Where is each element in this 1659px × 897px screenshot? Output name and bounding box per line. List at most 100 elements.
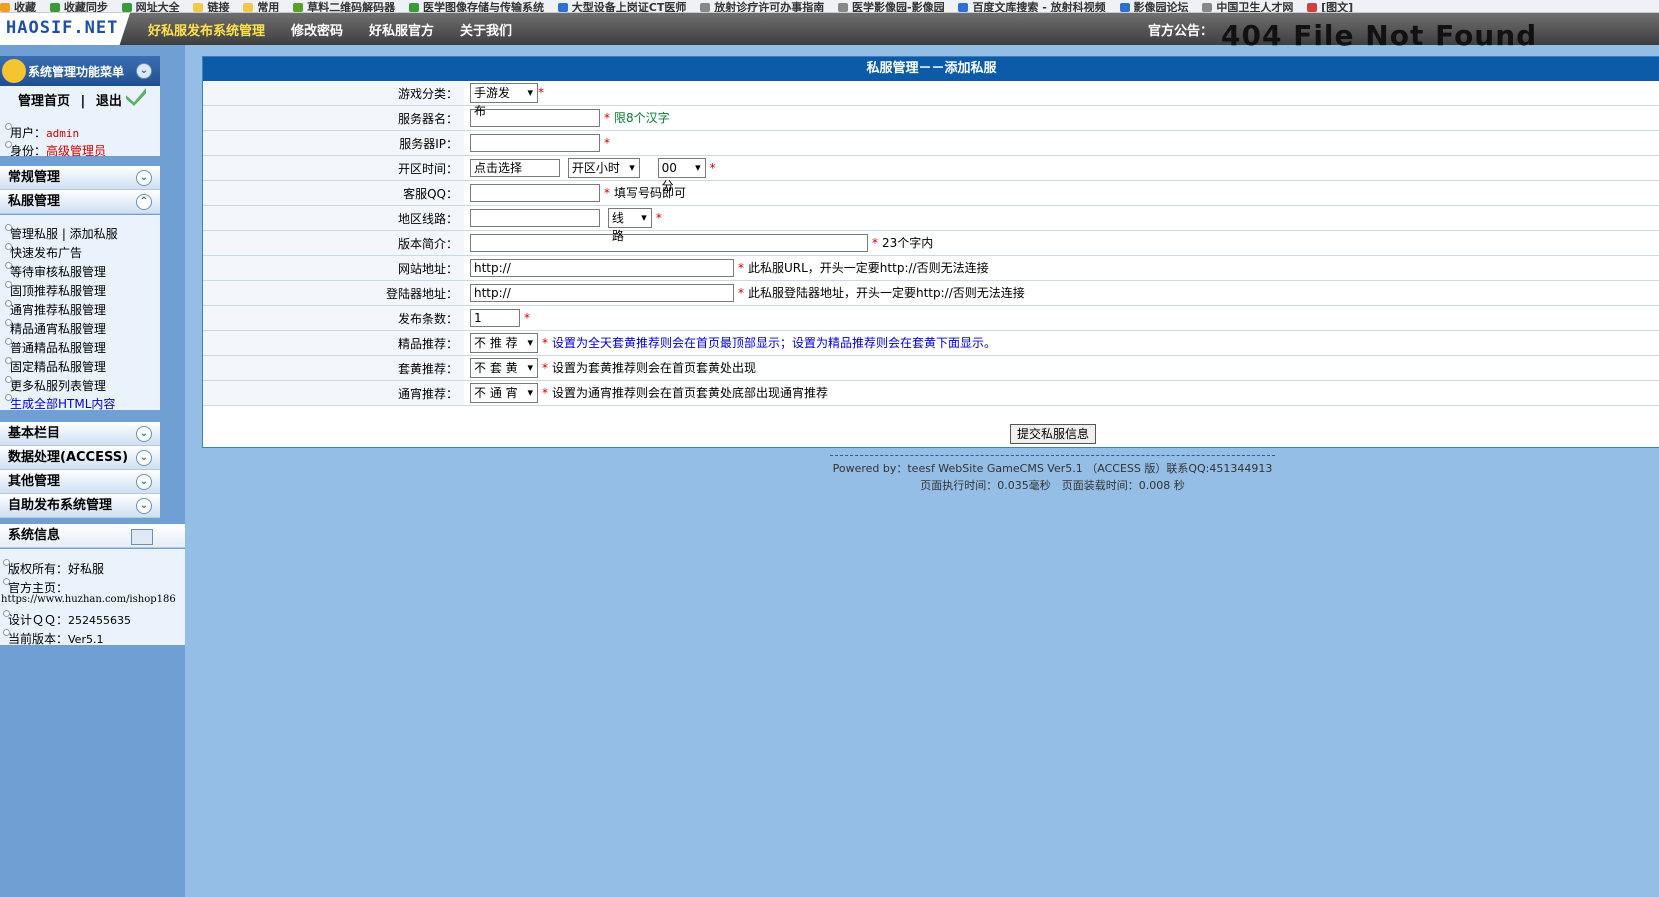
fine-hint: 设置为全天套黄推荐则会在首页最顶部显示；设置为精品推荐则会在套黄下面显示。 <box>552 335 997 350</box>
announcement-label: 官方公告： <box>1148 23 1214 39</box>
bookmark-item[interactable]: 影像园论坛 <box>1119 2 1189 12</box>
open-minute-select[interactable]: 00分 <box>657 158 706 193</box>
bookmark-item[interactable]: 医学图像存储与传输系统 <box>408 2 544 12</box>
required-star: * <box>542 385 548 400</box>
night-select[interactable]: 不 通 宵 <box>470 383 538 403</box>
powered-by: Powered by：teesf WebSite GameCMS Ver5.1 … <box>832 462 1273 475</box>
sidebar-role: 身份：高级管理员 <box>5 141 106 159</box>
server-name-label: 服务器名： <box>203 105 464 131</box>
bookmark-item[interactable]: 常用 <box>243 2 279 12</box>
server-ip-input[interactable] <box>470 134 600 152</box>
intro-input[interactable] <box>470 234 868 253</box>
bookmark-item[interactable]: [图文] <box>1307 2 1353 12</box>
bookmark-item[interactable]: 百度文库搜索 - 放射科视频 <box>958 2 1106 12</box>
sidebar-menu-title: 系统管理功能菜单 ⌄ <box>0 56 160 86</box>
bookmark-item[interactable]: 放射诊疗许可办事指南 <box>700 2 824 12</box>
announcement: 官方公告： 404 File Not Found <box>1148 13 1537 52</box>
private-menu-panel: 管理私服 | 添加私服 快速发布广告 等待审核私服管理 固顶推荐私服管理 通宵推… <box>0 215 160 412</box>
bookmark-item[interactable]: 中国卫生人才网 <box>1202 2 1293 12</box>
required-star: * <box>655 210 662 225</box>
open-date-input[interactable]: 点击选择 <box>470 159 560 177</box>
section-data[interactable]: 数据处理(ACCESS) ⌄ <box>0 446 160 470</box>
chevron-down-icon[interactable]: ⌄ <box>136 170 152 186</box>
required-star: * <box>524 310 530 325</box>
open-hour-select[interactable]: 开区小时 <box>567 158 640 178</box>
designer-qq: 设计ＱＱ：252455635 <box>3 610 131 628</box>
qq-label: 客服QQ： <box>203 180 464 206</box>
nav-about[interactable]: 关于我们 <box>460 20 512 39</box>
form-row: 服务器IP： * <box>203 130 1659 156</box>
sidebar-logout-link[interactable]: 退出 <box>96 94 122 109</box>
section-other[interactable]: 其他管理 ⌄ <box>0 470 160 494</box>
bookmark-item[interactable]: 大型设备上岗证CT医师 <box>557 2 686 12</box>
sidebar-item-normal-fine[interactable]: 普通精品私服管理 <box>5 338 106 356</box>
fine-label: 精品推荐： <box>203 330 464 356</box>
game-category-label: 游戏分类： <box>203 81 464 106</box>
intro-label: 版本简介： <box>203 230 464 256</box>
add-server-form: 私服管理－－添加私服 游戏分类： 手游发布* 服务器名： *限8个汉字 服务器I… <box>202 56 1659 448</box>
form-row: 服务器名： * 限8个汉字 <box>203 105 1659 131</box>
required-star: * <box>604 185 610 200</box>
homepage-url[interactable]: https://www.huzhan.com/ishop186 <box>1 594 176 605</box>
form-row: 套黄推荐： 不 套 黄 * 设置为套黄推荐则会在首页套黄处出现 <box>203 355 1659 381</box>
sidebar-item-more-list[interactable]: 更多私服列表管理 <box>5 376 106 394</box>
section-private[interactable]: 私服管理 ⌃ <box>0 190 160 214</box>
game-category-select[interactable]: 手游发布 <box>470 83 538 118</box>
region-select[interactable]: 线路 <box>607 208 652 243</box>
nav-system-admin[interactable]: 好私服发布系统管理 <box>148 20 265 39</box>
region-input[interactable] <box>470 209 600 227</box>
chevron-down-icon[interactable]: ⌄ <box>136 474 152 490</box>
section-self-publish[interactable]: 自助发布系统管理 ⌄ <box>0 494 160 518</box>
chevron-down-icon[interactable]: ⌄ <box>136 426 152 442</box>
bookmark-item[interactable]: 收藏同步 <box>49 2 108 12</box>
bookmark-item[interactable]: 收藏 <box>0 2 36 12</box>
section-basic[interactable]: 基本栏目 ⌄ <box>0 422 160 446</box>
nav-change-password[interactable]: 修改密码 <box>291 20 343 39</box>
intro-hint: 23个字内 <box>882 235 934 250</box>
login-input[interactable]: http:// <box>470 284 734 303</box>
count-input[interactable]: 1 <box>470 309 520 327</box>
chevron-down-icon[interactable]: ⌄ <box>136 498 152 514</box>
sidebar-item-fixed-fine[interactable]: 固定精品私服管理 <box>5 357 106 375</box>
fine-select[interactable]: 不 推 荐 <box>470 333 538 353</box>
server-ip-label: 服务器IP： <box>203 130 464 156</box>
bookmark-item[interactable]: 链接 <box>193 2 229 12</box>
sysinfo-header: 系统信息 <box>0 524 185 548</box>
url-hint: 此私服URL，开头一定要http://否则无法连接 <box>748 260 989 275</box>
url-input[interactable]: http:// <box>470 259 734 278</box>
pencil-icon <box>2 59 26 83</box>
sidebar-item-top[interactable]: 固顶推荐私服管理 <box>5 281 106 299</box>
qq-hint: 填写号码即可 <box>614 185 687 200</box>
nav-official[interactable]: 好私服官方 <box>369 20 434 39</box>
server-name-input[interactable] <box>470 109 600 128</box>
site-logo[interactable]: HAOSIF.NET <box>0 13 130 45</box>
sidebar-item-quick-ad[interactable]: 快速发布广告 <box>5 243 82 261</box>
monitor-icon <box>131 529 153 545</box>
region-label: 地区线路： <box>203 205 464 231</box>
yellow-label: 套黄推荐： <box>203 355 464 381</box>
footer: Powered by：teesf WebSite GameCMS Ver5.1 … <box>830 455 1275 494</box>
section-common[interactable]: 常规管理 ⌄ <box>0 166 160 190</box>
qq-input[interactable] <box>470 184 600 203</box>
submit-button[interactable]: 提交私服信息 <box>1010 424 1097 444</box>
sidebar-home-link[interactable]: 管理首页 <box>18 94 70 109</box>
chevron-down-icon[interactable]: ⌄ <box>136 63 152 79</box>
night-hint: 设置为通宵推荐则会在首页套黄处底部出现通宵推荐 <box>552 385 829 400</box>
copyright: 版权所有：好私服 <box>3 559 104 577</box>
form-row: 版本简介： * 23个字内 <box>203 230 1659 256</box>
sidebar-item-manage-add[interactable]: 管理私服 | 添加私服 <box>5 224 118 242</box>
bookmark-item[interactable]: 网址大全 <box>121 2 180 12</box>
required-star: * <box>542 335 548 350</box>
login-label: 登陆器地址： <box>203 280 464 306</box>
chevron-down-icon[interactable]: ⌄ <box>136 450 152 466</box>
sidebar-item-night[interactable]: 通宵推荐私服管理 <box>5 300 106 318</box>
sidebar-item-fine-night[interactable]: 精品通宵私服管理 <box>5 319 106 337</box>
chevron-up-icon[interactable]: ⌃ <box>136 194 152 210</box>
bookmark-item[interactable]: 医学影像园-影像园 <box>838 2 945 12</box>
sidebar-item-generate-html[interactable]: 生成全部HTML内容 <box>5 394 115 412</box>
form-row: 通宵推荐： 不 通 宵 * 设置为通宵推荐则会在首页套黄处底部出现通宵推荐 <box>203 380 1659 406</box>
bookmark-item[interactable]: 草料二维码解码器 <box>293 2 395 12</box>
count-label: 发布条数： <box>203 305 464 331</box>
sidebar-item-pending[interactable]: 等待审核私服管理 <box>5 262 106 280</box>
yellow-select[interactable]: 不 套 黄 <box>470 358 538 378</box>
